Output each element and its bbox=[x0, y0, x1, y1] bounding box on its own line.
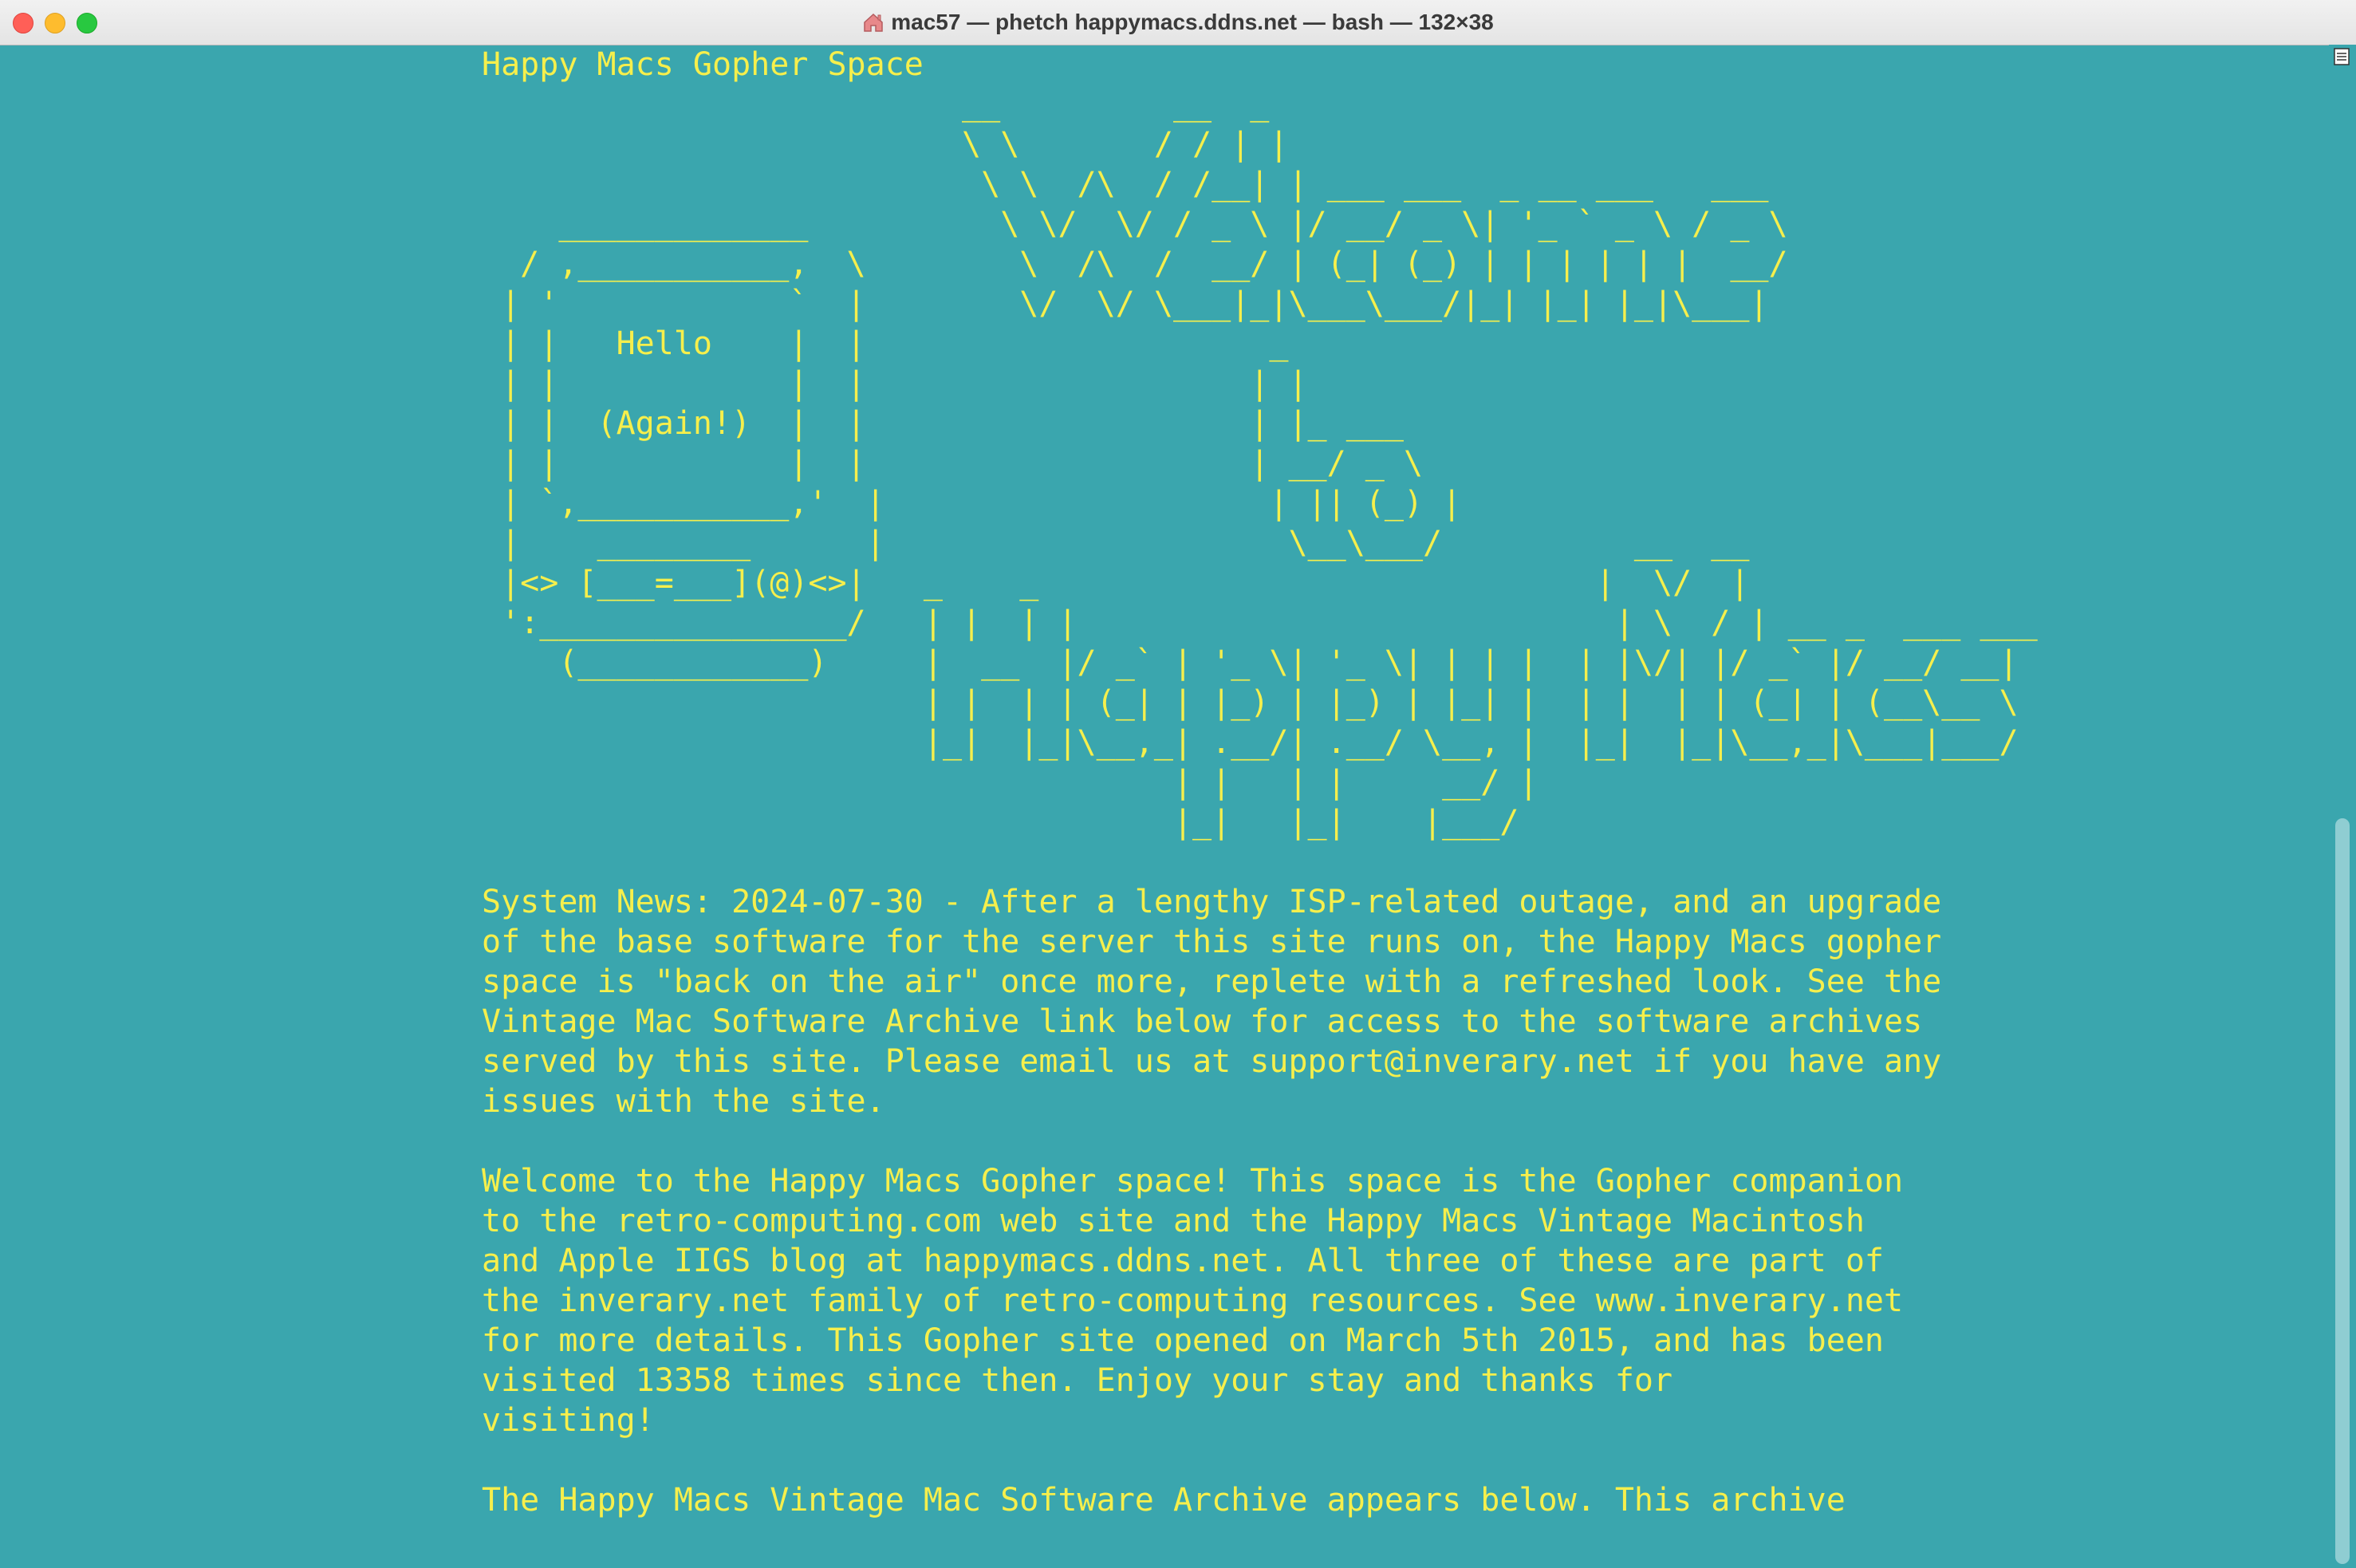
terminal-line: ':________________/ | | | | | \ / | __ _… bbox=[482, 605, 2038, 641]
terminal-line: The Happy Macs Vintage Mac Software Arch… bbox=[482, 1482, 1846, 1519]
terminal-line: | ________ | \__\___/ __ __ bbox=[482, 525, 1750, 561]
terminal-text[interactable]: Happy Macs Gopher Space __ __ _ \ \ / / … bbox=[482, 45, 2038, 1520]
terminal-line: __ __ _ bbox=[482, 86, 1270, 123]
terminal-line: visiting! bbox=[482, 1402, 655, 1439]
terminal-line: (____________) | __ |/ _` | '_ \| '_ \| … bbox=[482, 644, 2019, 681]
terminal-line: Happy Macs Gopher Space bbox=[482, 46, 924, 83]
terminal-line: \ \ / / | | bbox=[482, 126, 1289, 163]
terminal-line: for more details. This Gopher site opene… bbox=[482, 1322, 1884, 1359]
terminal-line: _____________ \ \/ \/ / _ \ |/ __/ _ \| … bbox=[482, 206, 1788, 242]
terminal-line: and Apple IIGS blog at happymacs.ddns.ne… bbox=[482, 1243, 1884, 1279]
terminal-line: visited 13358 times since then. Enjoy yo… bbox=[482, 1362, 1673, 1399]
terminal-line: | `,___________,' | | || (_) | bbox=[482, 485, 1462, 522]
vertical-scrollbar[interactable] bbox=[2329, 45, 2356, 1568]
scrollbar-thumb[interactable] bbox=[2335, 818, 2350, 1564]
terminal-line: the inverary.net family of retro-computi… bbox=[482, 1282, 1904, 1319]
terminal-line: to the retro-computing.com web site and … bbox=[482, 1203, 1865, 1239]
terminal-line: | | | | | __/ _ \ bbox=[482, 445, 1424, 482]
terminal-line: | | | | | | bbox=[482, 365, 1308, 402]
window-title-area: mac57 — phetch happymacs.ddns.net — bash… bbox=[0, 0, 2356, 45]
terminal-line: | | (Again!) | | | |_ ___ bbox=[482, 405, 1404, 442]
mark-lines-icon[interactable] bbox=[2334, 48, 2350, 65]
terminal-line: Welcome to the Happy Macs Gopher space! … bbox=[482, 1163, 1904, 1200]
terminal-line: System News: 2024-07-30 - After a length… bbox=[482, 884, 1942, 920]
terminal-line: |<> [___=___](@)<>| _ _ | \/ | bbox=[482, 565, 1750, 601]
terminal-line: / ,___________, \ \ /\ / __/ | (_| (_) |… bbox=[482, 246, 1788, 282]
terminal-line: served by this site. Please email us at … bbox=[482, 1043, 1942, 1080]
terminal-line: \ \ /\ / /__| | ___ ___ _ __ ___ ___ bbox=[482, 166, 1769, 203]
terminal-line: | | | | __/ | bbox=[482, 764, 1538, 801]
terminal-line: | | | | (_| | |_) | |_) | |_| | | | | | … bbox=[482, 684, 2019, 721]
terminal-line: |_| |_| |___/ bbox=[482, 804, 1519, 841]
window-title: mac57 — phetch happymacs.ddns.net — bash… bbox=[891, 10, 1494, 34]
terminal-line: | ' ` | \/ \/ \___|_|\___\___/|_| |_| |_… bbox=[482, 286, 1769, 322]
terminal-line: issues with the site. bbox=[482, 1083, 885, 1120]
home-folder-icon bbox=[862, 11, 884, 33]
terminal-line: Vintage Mac Software Archive link below … bbox=[482, 1003, 1923, 1040]
terminal-content[interactable]: Happy Macs Gopher Space __ __ _ \ \ / / … bbox=[0, 45, 2329, 1568]
terminal-line: |_| |_|\__,_| .__/| .__/ \__, | |_| |_|\… bbox=[482, 724, 2019, 761]
terminal-line: | | Hello | | _ bbox=[482, 325, 1289, 362]
terminal-line: space is "back on the air" once more, re… bbox=[482, 963, 1942, 1000]
title-bar[interactable]: mac57 — phetch happymacs.ddns.net — bash… bbox=[0, 0, 2356, 45]
terminal-line: of the base software for the server this… bbox=[482, 924, 1942, 960]
terminal-window: mac57 — phetch happymacs.ddns.net — bash… bbox=[0, 0, 2356, 1568]
